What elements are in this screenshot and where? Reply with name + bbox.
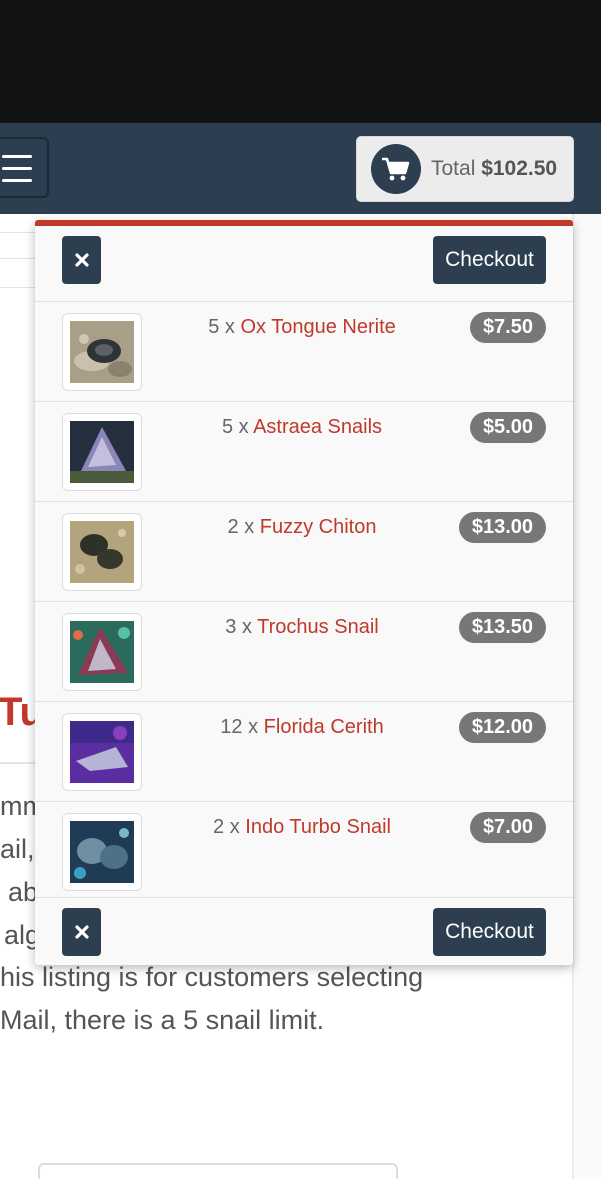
product-thumbnail[interactable]	[62, 513, 142, 591]
product-thumbnail[interactable]	[62, 613, 142, 691]
cart-item-name-link[interactable]: Florida Cerith	[264, 716, 384, 738]
cart-item-description: 2 x Fuzzy Chiton	[165, 516, 439, 539]
cart-total-text: Total $102.50	[431, 157, 557, 181]
close-icon	[74, 925, 89, 939]
background-description-line: Mail, there is a 5 snail limit.	[0, 1005, 325, 1035]
menu-toggle-button[interactable]	[0, 137, 49, 198]
checkout-button-top[interactable]: Checkout	[433, 236, 546, 284]
cart-item-qty: 5 x	[221, 416, 249, 438]
cart-item: 5 x Ox Tongue Nerite $7.50	[35, 302, 573, 402]
cart-item-description: 5 x Ox Tongue Nerite	[165, 316, 439, 339]
cart-item: 2 x Indo Turbo Snail $7.00	[35, 802, 573, 898]
cart-dropdown-header: Checkout	[35, 226, 573, 302]
cart-items-list: 5 x Ox Tongue Nerite $7.50 5 x Astraea S…	[35, 302, 573, 898]
hamburger-menu-icon	[2, 155, 32, 158]
cart-item-description: 2 x Indo Turbo Snail	[165, 816, 439, 839]
cart-item-price-badge: $7.00	[469, 812, 546, 843]
shopping-cart-icon	[371, 144, 421, 194]
cart-item-qty: 2 x	[227, 516, 255, 538]
cart-total-button[interactable]: Total $102.50	[356, 136, 574, 202]
checkout-button-bottom[interactable]: Checkout	[433, 908, 546, 956]
cart-dropdown: Checkout 5 x Ox Tongue Nerite $7.50 5 x …	[35, 220, 573, 965]
cart-item: 2 x Fuzzy Chiton $13.00	[35, 502, 573, 602]
cart-item-price-badge: $13.00	[458, 512, 546, 543]
product-thumbnail[interactable]	[62, 313, 142, 391]
cart-item-qty: 5 x	[208, 316, 235, 338]
cart-item-name-link[interactable]: Astraea Snails	[253, 416, 382, 438]
hamburger-menu-icon-bar	[2, 167, 32, 170]
cart-item: 5 x Astraea Snails $5.00	[35, 402, 573, 502]
hamburger-menu-icon-bar	[2, 179, 32, 182]
background-right-gutter	[574, 214, 601, 1179]
close-cart-button[interactable]	[62, 236, 101, 284]
cart-item-price-badge: $5.00	[469, 412, 546, 443]
background-input-box	[38, 1163, 398, 1179]
cart-item-price-badge: $12.00	[458, 712, 546, 743]
product-thumbnail[interactable]	[62, 713, 142, 791]
cart-item-qty: 2 x	[213, 816, 240, 838]
close-icon	[74, 253, 89, 267]
close-cart-button[interactable]	[62, 908, 101, 956]
cart-item-description: 12 x Florida Cerith	[165, 716, 439, 739]
product-thumbnail[interactable]	[62, 813, 142, 891]
cart-item-name-link[interactable]: Fuzzy Chiton	[260, 516, 377, 538]
cart-item-qty: 12 x	[220, 716, 259, 738]
cart-dropdown-footer: Checkout	[35, 897, 573, 965]
cart-item-price-badge: $13.50	[458, 612, 546, 643]
cart-item-name-link[interactable]: Trochus Snail	[257, 616, 379, 638]
cart-item-description: 3 x Trochus Snail	[165, 616, 439, 639]
cart-item-qty: 3 x	[225, 616, 252, 638]
cart-item-price-badge: $7.50	[469, 312, 546, 343]
cart-item-name-link[interactable]: Indo Turbo Snail	[245, 816, 391, 838]
background-description-line: his listing is for customers selecting	[0, 962, 424, 992]
cart-total-value: $102.50	[481, 157, 558, 180]
background-heading-rule	[0, 762, 40, 764]
cart-item-name-link[interactable]: Ox Tongue Nerite	[240, 316, 395, 338]
background-description-line: ail,	[0, 834, 35, 864]
status-bar	[0, 0, 601, 123]
cart-total-label: Total	[431, 157, 476, 180]
product-thumbnail[interactable]	[62, 413, 142, 491]
cart-item-description: 5 x Astraea Snails	[165, 416, 439, 439]
cart-item: 3 x Trochus Snail $13.50	[35, 602, 573, 702]
background-description-line: ab	[8, 877, 39, 907]
cart-item: 12 x Florida Cerith $12.00	[35, 702, 573, 802]
